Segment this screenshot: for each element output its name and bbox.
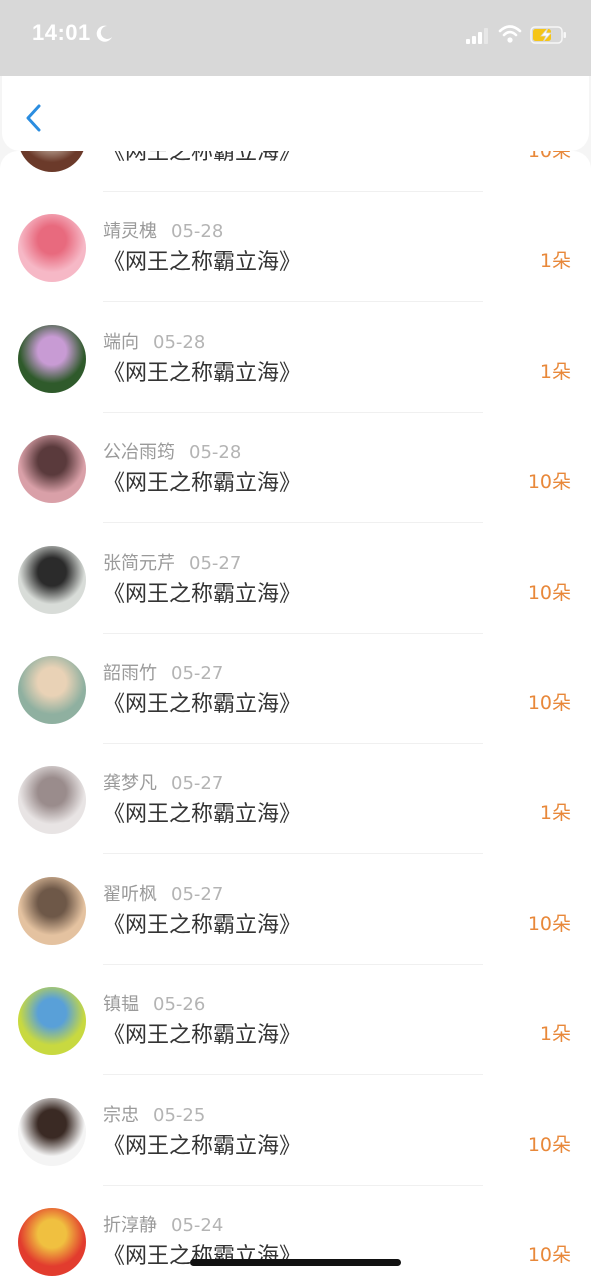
item-meta: 镇韫 05-26 (103, 990, 205, 1016)
item-meta: 韶雨竹 05-27 (103, 659, 223, 685)
list-item[interactable]: 端向 05-28 《网王之称霸立海》 1朵 (0, 302, 591, 413)
flower-amount: 10朵 (527, 1133, 571, 1156)
book-title: 《网王之称霸立海》 (103, 581, 302, 607)
flower-amount: 10朵 (527, 692, 571, 714)
list-item[interactable]: 龚梦凡 05-27 《网王之称霸立海》 1朵 (0, 743, 591, 855)
book-title: 《网王之称霸立海》 (103, 360, 302, 386)
user-name: 公冶雨筠 (103, 442, 175, 464)
avatar[interactable] (18, 876, 86, 945)
list-item[interactable]: 《网王之称霸立海》 10朵 (0, 151, 591, 192)
item-date: 05-27 (171, 773, 224, 795)
status-time: 14:01 (32, 20, 91, 45)
moon-icon (96, 25, 112, 42)
list-item[interactable]: 镇韫 05-26 《网王之称霸立海》 1朵 (0, 964, 591, 1076)
avatar[interactable] (18, 1097, 86, 1166)
user-name: 韶雨竹 (103, 663, 157, 684)
list-item[interactable]: 张简元芹 05-27 《网王之称霸立海》 10朵 (0, 523, 591, 634)
item-date: 05-28 (153, 331, 206, 353)
item-meta: 张简元芹 05-27 (103, 549, 241, 575)
flower-amount: 10朵 (527, 912, 571, 935)
battery-icon (530, 26, 566, 44)
item-meta: 翟听枫 05-27 (103, 880, 223, 906)
avatar[interactable] (18, 324, 86, 393)
book-title: 《网王之称霸立海》 (103, 802, 302, 828)
gift-list: 《网王之称霸立海》 10朵 靖灵槐 05-28 《网王之称霸立海》 1朵 端向 05-28 《网… (0, 151, 591, 1280)
list-item[interactable]: 韶雨竹 05-27 《网王之称霸立海》 10朵 (0, 633, 591, 744)
avatar[interactable] (18, 545, 86, 614)
item-meta: 龚梦凡 05-27 (103, 769, 223, 795)
user-name: 翟听枫 (103, 883, 157, 905)
user-name: 张简元芹 (103, 552, 175, 574)
list-item[interactable]: 公冶雨筠 05-28 《网王之称霸立海》 10朵 (0, 412, 591, 524)
item-date: 05-24 (171, 1215, 224, 1236)
book-title: 《网王之称霸立海》 (103, 692, 302, 717)
item-meta: 靖灵槐 05-28 (103, 217, 223, 243)
book-title: 《网王之称霸立海》 (103, 471, 302, 497)
flower-amount: 1朵 (539, 802, 571, 825)
user-name: 靖灵槐 (103, 221, 157, 243)
avatar[interactable] (18, 214, 86, 283)
status-bar: 14:01 (0, 0, 591, 76)
item-date: 05-28 (189, 442, 242, 464)
item-date: 05-26 (153, 994, 206, 1016)
flower-amount: 1朵 (539, 360, 571, 383)
list-item[interactable]: 靖灵槐 05-28 《网王之称霸立海》 1朵 (0, 191, 591, 303)
item-date: 05-28 (171, 221, 224, 243)
user-name: 龚梦凡 (103, 773, 157, 795)
item-date: 05-27 (171, 883, 224, 905)
avatar[interactable] (18, 435, 86, 504)
avatar[interactable] (18, 1208, 86, 1276)
book-title: 《网王之称霸立海》 (103, 250, 302, 276)
flower-amount: 10朵 (527, 581, 571, 604)
item-meta: 端向 05-28 (103, 328, 205, 354)
user-name: 宗忠 (103, 1104, 139, 1126)
back-button[interactable] (20, 102, 50, 134)
list-item[interactable]: 宗忠 05-25 《网王之称霸立海》 10朵 (0, 1075, 591, 1186)
nav-bar (2, 76, 589, 151)
item-date: 05-25 (153, 1104, 206, 1126)
user-name: 折淳静 (103, 1215, 157, 1236)
home-indicator (190, 1259, 401, 1266)
avatar[interactable] (18, 151, 86, 172)
user-name: 端向 (103, 331, 139, 353)
item-meta: 折淳静 05-24 (103, 1211, 223, 1237)
book-title: 《网王之称霸立海》 (103, 151, 302, 165)
item-date: 05-27 (189, 552, 242, 574)
avatar[interactable] (18, 987, 86, 1056)
item-meta: 宗忠 05-25 (103, 1101, 205, 1127)
book-title: 《网王之称霸立海》 (103, 1023, 302, 1049)
item-date: 05-27 (171, 663, 224, 684)
book-title: 《网王之称霸立海》 (103, 912, 302, 938)
user-name: 镇韫 (103, 994, 139, 1016)
book-title: 《网王之称霸立海》 (103, 1133, 302, 1159)
signal-icon (466, 28, 488, 44)
flower-amount: 10朵 (527, 471, 571, 494)
wifi-icon (498, 25, 522, 43)
flower-amount: 1朵 (539, 1023, 571, 1046)
list-item[interactable]: 翟听枫 05-27 《网王之称霸立海》 10朵 (0, 854, 591, 965)
flower-amount: 10朵 (527, 1244, 571, 1266)
avatar[interactable] (18, 766, 86, 835)
item-meta: 公冶雨筠 05-28 (103, 438, 241, 464)
flower-amount: 10朵 (527, 151, 571, 162)
avatar[interactable] (18, 656, 86, 724)
flower-amount: 1朵 (539, 250, 571, 273)
